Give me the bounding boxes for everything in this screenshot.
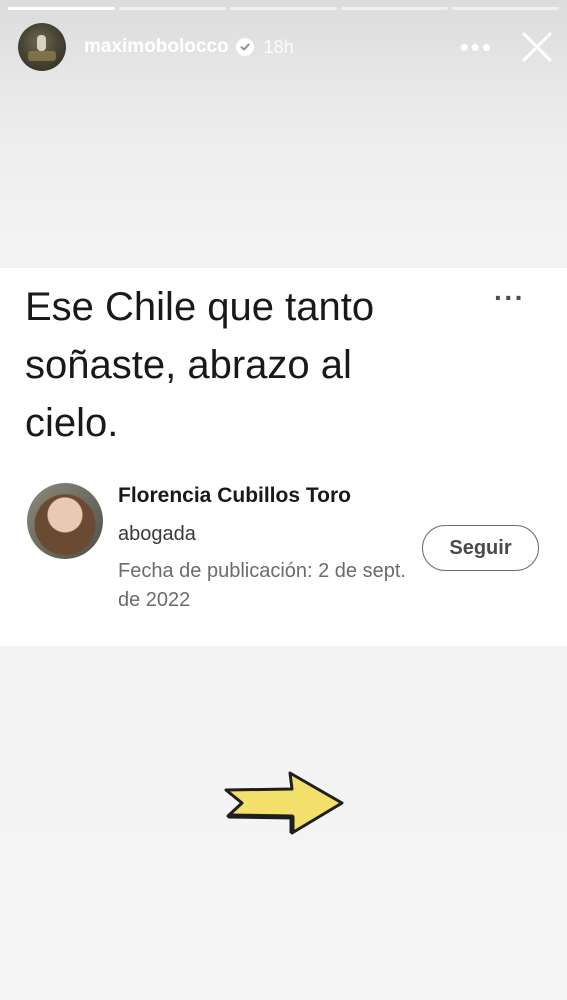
story-progress-bar — [8, 7, 559, 10]
progress-segment — [341, 7, 448, 10]
username[interactable]: maximobolocco — [84, 36, 229, 58]
more-options-icon[interactable]: ••• — [460, 34, 493, 60]
post-card[interactable]: Ese Chile que tanto soñaste, abrazo al c… — [0, 268, 567, 646]
author-name[interactable]: Florencia Cubillos Toro — [118, 484, 351, 508]
progress-segment — [230, 7, 337, 10]
story-timestamp: 18h — [263, 36, 294, 57]
progress-segment — [452, 7, 559, 10]
progress-segment — [119, 7, 226, 10]
progress-segment — [8, 7, 115, 10]
arrow-right-icon — [224, 771, 344, 835]
post-headline: Ese Chile que tanto soñaste, abrazo al c… — [25, 285, 375, 445]
author-role: abogada — [118, 523, 196, 545]
story-header: maximobolocco 18h ••• — [18, 22, 553, 72]
close-icon[interactable] — [521, 31, 553, 63]
user-avatar[interactable] — [18, 23, 66, 71]
verified-badge-icon — [235, 38, 254, 56]
follow-button[interactable]: Seguir — [422, 525, 539, 571]
author-avatar[interactable] — [27, 483, 103, 559]
publication-date: Fecha de publicación: 2 de sept. de 2022 — [118, 560, 406, 611]
more-horizontal-icon[interactable]: ··· — [494, 284, 525, 312]
story-viewer: maximobolocco 18h ••• Ese Chile que tant… — [0, 0, 567, 1000]
